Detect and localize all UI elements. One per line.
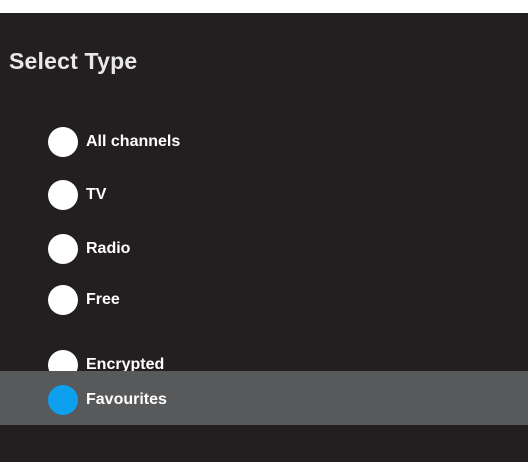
- option-label: Favourites: [86, 391, 167, 408]
- option-label: Free: [86, 291, 120, 308]
- radio-unselected-icon: [48, 234, 78, 264]
- option-radio[interactable]: Radio: [0, 221, 528, 275]
- option-label: All channels: [86, 133, 181, 150]
- radio-unselected-icon: [48, 180, 78, 210]
- option-favourites[interactable]: Favourites: [0, 371, 528, 425]
- option-all-channels[interactable]: All channels: [0, 113, 528, 167]
- radio-selected-icon: [48, 385, 78, 415]
- option-tv[interactable]: TV: [0, 167, 528, 221]
- panel-title: Select Type: [9, 48, 138, 74]
- option-free[interactable]: Free: [0, 271, 528, 325]
- radio-unselected-icon: [48, 285, 78, 315]
- option-label: TV: [86, 186, 107, 203]
- option-label: Radio: [86, 240, 131, 257]
- select-type-panel: Select Type All channels TV Radio Free E…: [0, 13, 528, 462]
- radio-unselected-icon: [48, 127, 78, 157]
- screen: Select Type All channels TV Radio Free E…: [0, 0, 528, 462]
